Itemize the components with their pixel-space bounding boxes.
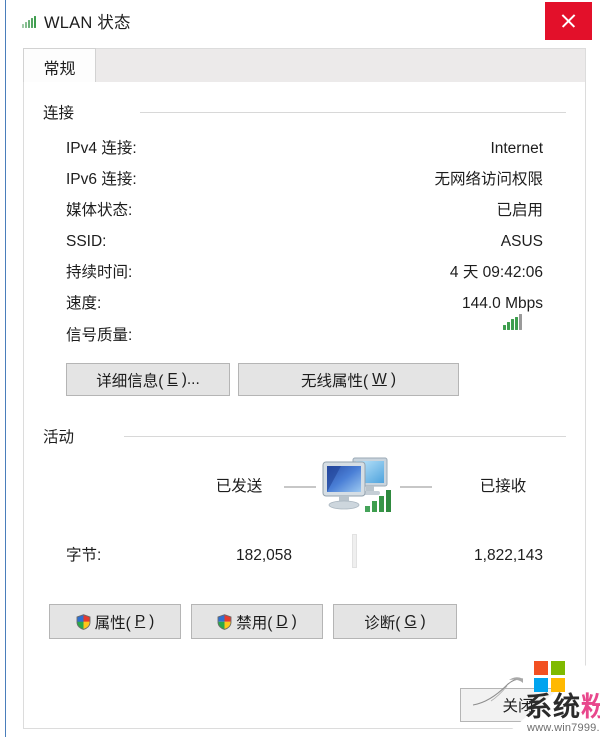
ipv4-value: Internet [490, 140, 543, 157]
general-tab-panel: 连接 IPv4 连接: Internet IPv6 连接: 无网络访问权限 媒体… [23, 82, 586, 729]
details-button-label-post: )... [181, 370, 200, 388]
wlan-status-dialog: WLAN 状态 关闭 常规 连接 IPv4 连接: Internet IPv6 … [5, 0, 600, 737]
close-icon[interactable] [545, 2, 592, 40]
properties-accel: P [134, 612, 146, 630]
connection-group-rule [140, 112, 566, 113]
wireless-properties-button[interactable]: 无线属性(W) [238, 363, 459, 396]
diagnose-accel: G [404, 612, 417, 630]
activity-group-label: 活动 [43, 425, 85, 447]
properties-label-pre: 属性( [94, 614, 131, 632]
disable-accel: D [276, 612, 288, 630]
media-state-value: 已启用 [496, 202, 543, 219]
close-dialog-button[interactable]: 关闭 [460, 688, 576, 722]
connection-group-label: 连接 [43, 101, 85, 123]
disable-label-post: ) [291, 612, 297, 630]
disable-button[interactable]: 禁用(D) [191, 604, 323, 639]
two-monitors-network-icon [317, 454, 397, 516]
ipv4-label: IPv4 连接: [66, 140, 137, 157]
bytes-sent-value: 182,058 [235, 547, 293, 564]
ipv6-value: 无网络访问权限 [434, 171, 543, 188]
title-area: WLAN 状态 [22, 9, 131, 33]
signal-bars-icon [503, 314, 525, 330]
properties-button[interactable]: 属性(P) [49, 604, 181, 639]
tab-strip-background [23, 48, 586, 84]
wireless-properties-label-post: ) [390, 370, 396, 388]
title-bar: WLAN 状态 [6, 0, 600, 42]
disable-label-pre: 禁用( [236, 614, 273, 632]
details-button-label-pre: 详细信息( [96, 372, 164, 390]
diagnose-label-post: ) [420, 612, 426, 630]
tab-strip: 常规 [6, 42, 600, 85]
diagnose-label-pre: 诊断( [364, 614, 401, 632]
ssid-value: ASUS [500, 233, 543, 250]
wifi-signal-icon [22, 15, 37, 28]
bytes-label: 字节: [66, 547, 102, 564]
speed-label: 速度: [66, 295, 102, 312]
shield-icon [217, 613, 232, 630]
media-state-label: 媒体状态: [66, 202, 133, 219]
tab-general[interactable]: 常规 [23, 48, 96, 85]
bytes-received-value: 1,822,143 [474, 547, 543, 564]
window-title: WLAN 状态 [44, 14, 131, 32]
sent-dash [284, 486, 316, 488]
details-button-accel: E [167, 370, 178, 388]
ssid-label: SSID: [66, 233, 107, 250]
received-label: 已接收 [479, 478, 527, 495]
duration-label: 持续时间: [66, 264, 133, 281]
received-dash [400, 486, 432, 488]
speed-value: 144.0 Mbps [462, 295, 543, 312]
duration-value: 4 天 09:42:06 [449, 264, 543, 281]
wireless-properties-label-pre: 无线属性( [301, 372, 369, 390]
properties-label-post: ) [149, 612, 155, 630]
close-dialog-button-label: 关闭 [502, 698, 534, 715]
details-button[interactable]: 详细信息(E)... [66, 363, 230, 396]
activity-separator [352, 534, 357, 568]
diagnose-button[interactable]: 诊断(G) [333, 604, 457, 639]
shield-icon [76, 613, 91, 630]
activity-group-rule [124, 436, 566, 437]
ipv6-label: IPv6 连接: [66, 171, 137, 188]
sent-label: 已发送 [215, 478, 263, 495]
wireless-properties-accel: W [372, 370, 387, 388]
signal-quality-label: 信号质量: [66, 327, 133, 344]
